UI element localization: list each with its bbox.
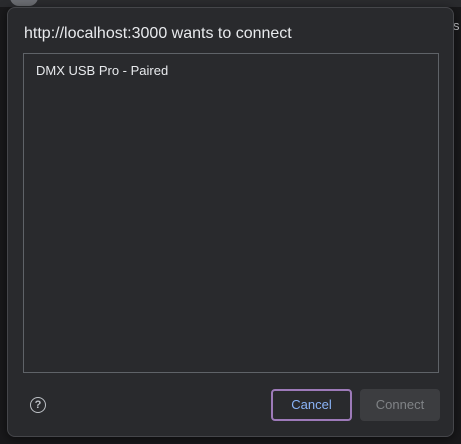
- browser-toolbar: [0, 0, 461, 7]
- device-chooser-dialog: http://localhost:3000 wants to connect D…: [7, 7, 454, 437]
- connect-button[interactable]: Connect: [360, 389, 440, 421]
- cancel-button[interactable]: Cancel: [271, 389, 352, 421]
- help-circle-icon[interactable]: ?: [30, 397, 46, 413]
- device-item-dmx-usb-pro[interactable]: DMX USB Pro - Paired: [36, 63, 168, 78]
- device-list[interactable]: DMX USB Pro - Paired: [23, 53, 439, 373]
- browser-tab[interactable]: [10, 0, 38, 6]
- dialog-title: http://localhost:3000 wants to connect: [24, 25, 292, 42]
- page-edge-text: s: [453, 18, 460, 33]
